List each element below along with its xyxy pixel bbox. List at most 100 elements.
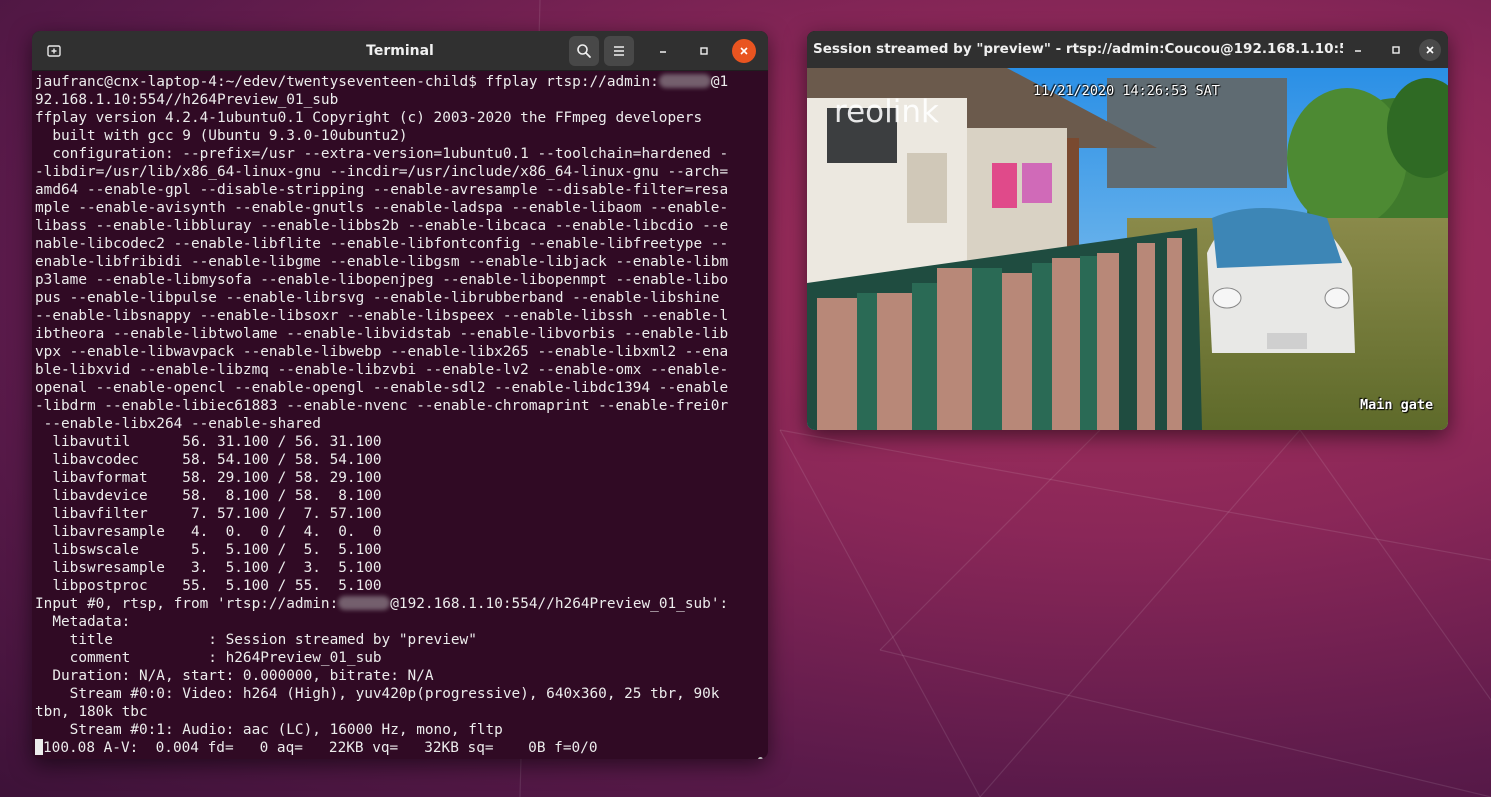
terminal-line: -libdir=/usr/lib/x86_64-linux-gnu --incd… [35,163,768,181]
hamburger-menu-icon [614,46,624,56]
terminal-line-text: 100.08 A-V: 0.004 fd= 0 aq= 22KB vq= 32K… [43,740,598,756]
terminal-line: Metadata: [35,613,768,631]
redacted-password [338,596,391,610]
terminal-line: libswresample 3. 5.100 / 3. 5.100 [35,559,768,577]
terminal-line-text: ibtheora --enable-libtwolame --enable-li… [35,326,729,342]
terminal-line: ble-libxvid --enable-libzmq --enable-lib… [35,361,768,379]
minimize-button[interactable] [651,39,675,63]
terminal-line-text: Metadata: [35,614,131,630]
terminal-line-text: nable-libcodec2 --enable-libflite --enab… [35,236,729,252]
terminal-line: mple --enable-avisynth --enable-gnutls -… [35,199,768,217]
terminal-line-text: libpostproc 55. 5.100 / 55. 5.100 [35,578,382,594]
terminal-line-text: --enable-libx264 --enable-shared [35,416,321,432]
terminal-line: 100.08 A-V: 0.004 fd= 0 aq= 22KB vq= 32K… [35,739,768,757]
terminal-line: libavutil 56. 31.100 / 56. 31.100 [35,433,768,451]
terminal-line-text: p3lame --enable-libmysofa --enable-libop… [35,272,729,288]
terminal-line: Stream #0:0: Video: h264 (High), yuv420p… [35,685,768,703]
terminal-line: libavcodec 58. 54.100 / 58. 54.100 [35,451,768,469]
terminal-line-text: libavresample 4. 0. 0 / 4. 0. 0 [35,524,382,540]
terminal-line: ffplay version 4.2.4-1ubuntu0.1 Copyrigh… [35,109,768,127]
terminal-line-text: 92.168.1.10:554//h264Preview_01_sub [35,92,339,108]
terminal-line: -libdrm --enable-libiec61883 --enable-nv… [35,397,768,415]
terminal-line-text: ffplay version 4.2.4-1ubuntu0.1 Copyrigh… [35,110,703,126]
maximize-icon [700,47,708,55]
terminal-line-text: libavdevice 58. 8.100 / 58. 8.100 [35,488,382,504]
terminal-line-text: mple --enable-avisynth --enable-gnutls -… [35,200,729,216]
terminal-line: Duration: N/A, start: 0.000000, bitrate:… [35,667,768,685]
terminal-line: comment : h264Preview_01_sub [35,649,768,667]
terminal-line: enable-libfribidi --enable-libgme --enab… [35,253,768,271]
terminal-scrollbar[interactable] [758,757,763,759]
video-minimize-button[interactable] [1347,39,1369,61]
terminal-line-text: libavformat 58. 29.100 / 58. 29.100 [35,470,382,486]
video-close-button[interactable] [1419,39,1441,61]
terminal-line-text: pus --enable-libpulse --enable-librsvg -… [35,290,729,306]
search-icon [577,44,591,58]
terminal-line: libavfilter 7. 57.100 / 7. 57.100 [35,505,768,523]
terminal-line-text: comment : h264Preview_01_sub [35,650,382,666]
terminal-line: title : Session streamed by "preview" [35,631,768,649]
terminal-line: libavresample 4. 0. 0 / 4. 0. 0 [35,523,768,541]
terminal-line-text: configuration: --prefix=/usr --extra-ver… [35,146,729,162]
terminal-line: Stream #0:1: Audio: aac (LC), 16000 Hz, … [35,721,768,739]
video-player-window[interactable]: Session streamed by "preview" - rtsp://a… [807,31,1448,430]
terminal-window[interactable]: Terminal jaufranc@cnx-laptop-4:~/edev/tw… [32,31,768,759]
redacted-password [658,74,711,88]
terminal-line-text-after: @192.168.1.10:554//h264Preview_01_sub': [390,596,729,612]
terminal-line-text: title : Session streamed by "preview" [35,632,477,648]
terminal-line-text: enable-libfribidi --enable-libgme --enab… [35,254,729,270]
terminal-line: nable-libcodec2 --enable-libflite --enab… [35,235,768,253]
terminal-line: Input #0, rtsp, from 'rtsp://admin: @192.… [35,595,768,613]
maximize-button[interactable] [692,39,716,63]
terminal-line: libavdevice 58. 8.100 / 58. 8.100 [35,487,768,505]
terminal-line-text: jaufranc@cnx-laptop-4:~/edev/twentyseven… [35,74,659,90]
terminal-line-text: libswscale 5. 5.100 / 5. 5.100 [35,542,382,558]
terminal-line: p3lame --enable-libmysofa --enable-libop… [35,271,768,289]
terminal-line-text: amd64 --enable-gpl --disable-stripping -… [35,182,729,198]
terminal-line: libpostproc 55. 5.100 / 55. 5.100 [35,577,768,595]
terminal-line-text-after: @1 [710,74,729,90]
search-button[interactable] [569,36,599,66]
maximize-icon [1392,46,1400,54]
camera-timestamp: 11/21/2020 14:26:53 SAT [1033,83,1220,99]
terminal-line: ibtheora --enable-libtwolame --enable-li… [35,325,768,343]
camera-name-label: Main gate [1360,397,1434,413]
terminal-line: 92.168.1.10:554//h264Preview_01_sub [35,91,768,109]
terminal-line-text: Stream #0:1: Audio: aac (LC), 16000 Hz, … [35,722,503,738]
close-icon [1426,46,1434,54]
terminal-line-text: Input #0, rtsp, from 'rtsp://admin: [35,596,339,612]
terminal-line: built with gcc 9 (Ubuntu 9.3.0-10ubuntu2… [35,127,768,145]
terminal-line-text: ble-libxvid --enable-libzmq --enable-lib… [35,362,729,378]
terminal-line-text: tbn, 180k tbc [35,704,148,720]
camera-video-frame: reolink 11/21/2020 14:26:53 SAT Main gat… [807,68,1448,430]
terminal-text: jaufranc@cnx-laptop-4:~/edev/twentyseven… [35,73,768,757]
terminal-line-text: -libdrm --enable-libiec61883 --enable-nv… [35,398,729,414]
terminal-line-text: -libdir=/usr/lib/x86_64-linux-gnu --incd… [35,164,729,180]
terminal-line-text: openal --enable-opencl --enable-opengl -… [35,380,729,396]
terminal-line: pus --enable-libpulse --enable-librsvg -… [35,289,768,307]
terminal-line: libswscale 5. 5.100 / 5. 5.100 [35,541,768,559]
terminal-line-text: Stream #0:0: Video: h264 (High), yuv420p… [35,686,720,702]
terminal-output[interactable]: jaufranc@cnx-laptop-4:~/edev/twentyseven… [32,72,768,759]
minimize-icon [1355,50,1361,52]
terminal-line-text: libavcodec 58. 54.100 / 58. 54.100 [35,452,382,468]
terminal-line: libass --enable-libbluray --enable-libbs… [35,217,768,235]
camera-logo: reolink [834,94,939,130]
terminal-line: --enable-libx264 --enable-shared [35,415,768,433]
terminal-line-text: Duration: N/A, start: 0.000000, bitrate:… [35,668,434,684]
close-icon [740,47,748,55]
close-button[interactable] [732,39,756,63]
terminal-line: amd64 --enable-gpl --disable-stripping -… [35,181,768,199]
menu-button[interactable] [604,36,634,66]
terminal-line-text: libavutil 56. 31.100 / 56. 31.100 [35,434,382,450]
terminal-titlebar[interactable]: Terminal [32,31,768,71]
terminal-line: jaufranc@cnx-laptop-4:~/edev/twentyseven… [35,73,768,91]
video-titlebar[interactable]: Session streamed by "preview" - rtsp://a… [807,31,1448,68]
terminal-line-text: libavfilter 7. 57.100 / 7. 57.100 [35,506,382,522]
terminal-line-text: libswresample 3. 5.100 / 3. 5.100 [35,560,382,576]
terminal-line: libavformat 58. 29.100 / 58. 29.100 [35,469,768,487]
video-maximize-button[interactable] [1385,39,1407,61]
terminal-line-text: vpx --enable-libwavpack --enable-libwebp… [35,344,729,360]
terminal-line-text: --enable-libsnappy --enable-libsoxr --en… [35,308,729,324]
terminal-line-text: libass --enable-libbluray --enable-libbs… [35,218,729,234]
